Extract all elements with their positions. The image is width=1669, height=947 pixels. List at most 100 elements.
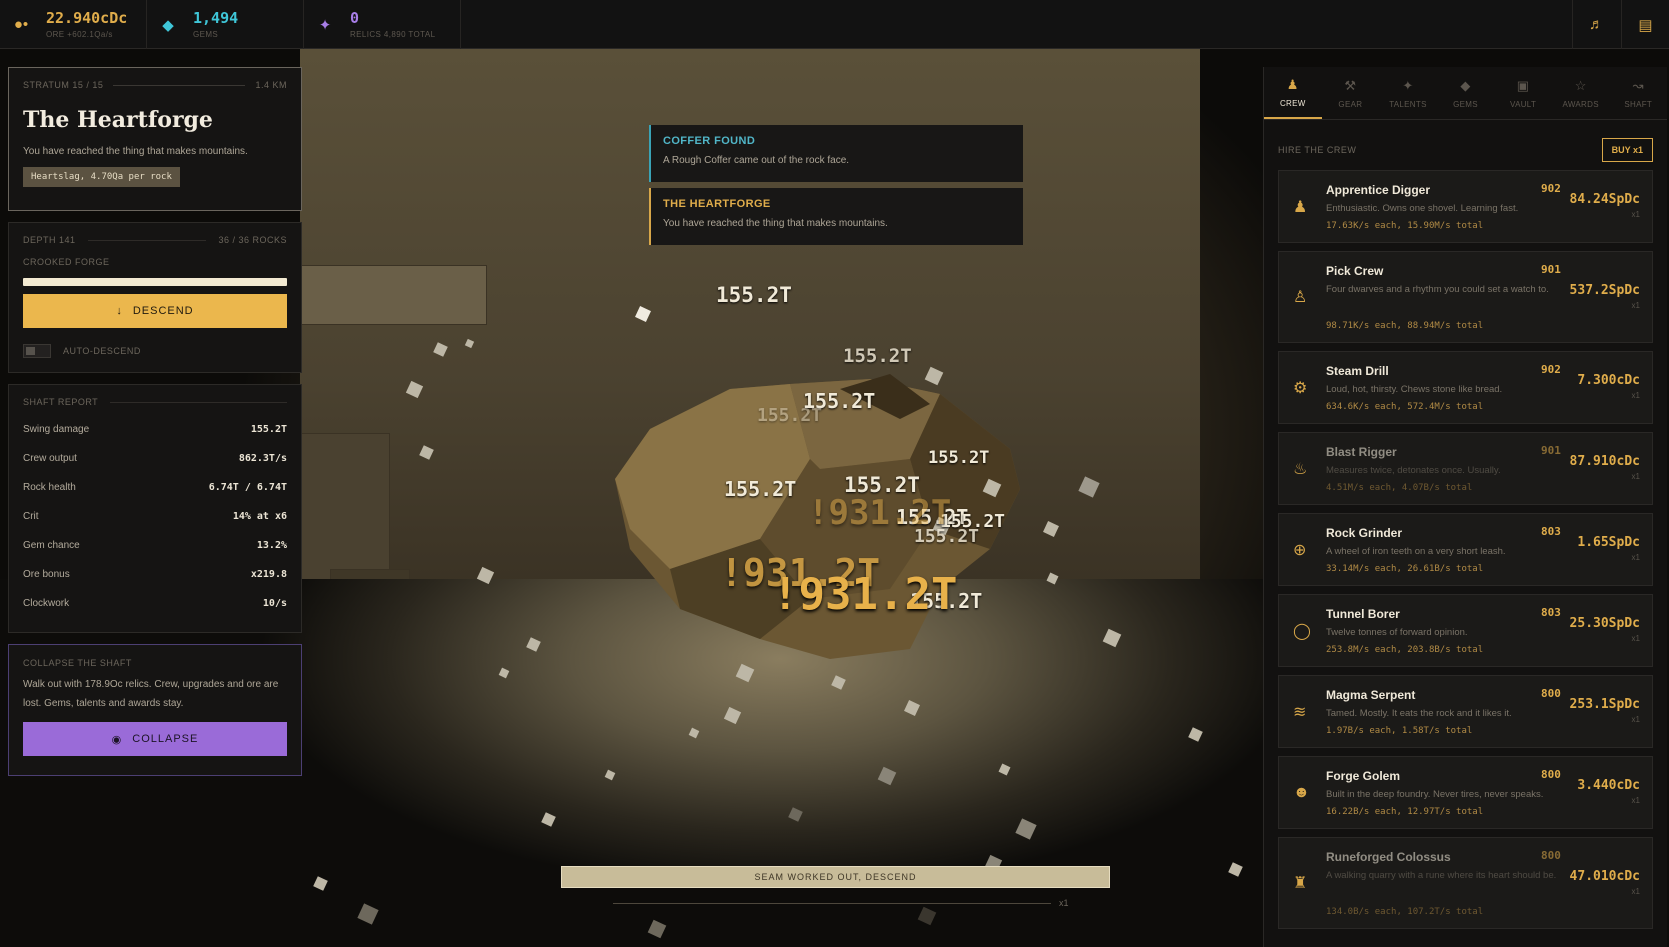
- collapse-button-label: COLLAPSE: [132, 733, 199, 745]
- ore-value: 22.940cDc: [46, 9, 128, 27]
- waves-icon: ≋: [1293, 703, 1307, 721]
- grinder-icon: ⊕: [1293, 541, 1307, 559]
- crew-level: 902: [1541, 182, 1561, 195]
- ore-icon: ●•: [13, 16, 29, 33]
- collapse-icon: ◉: [111, 733, 123, 746]
- stat-label: Clockwork: [23, 598, 70, 609]
- tab-label: GEMS: [1453, 99, 1478, 109]
- crew-qty: x1: [1631, 634, 1640, 643]
- crew-rate: 16.22B/s each, 12.97T/s total: [1326, 807, 1484, 817]
- hit-number: 155.2T: [928, 448, 990, 468]
- crew-icon: ♟: [1286, 76, 1299, 92]
- sound-button[interactable]: ♬: [1572, 0, 1620, 49]
- crew-level: 901: [1541, 263, 1561, 276]
- crew-item-magma-serpent[interactable]: ≋ Magma Serpent 800 Tamed. Mostly. It ea…: [1278, 675, 1653, 748]
- crew-name: Forge Golem: [1326, 769, 1401, 783]
- crew-price: 87.910cDc: [1569, 454, 1640, 469]
- crew-item-blast-rigger[interactable]: ♨ Blast Rigger 901 Measures twice, deton…: [1278, 432, 1653, 505]
- tab-label: TALENTS: [1389, 99, 1427, 109]
- crew-qty: x1: [1631, 301, 1640, 310]
- crew-name: Runeforged Colossus: [1326, 850, 1451, 864]
- save-button[interactable]: ▤: [1621, 0, 1669, 49]
- buy-quantity-button[interactable]: BUY x1: [1601, 138, 1653, 162]
- collapse-panel: COLLAPSE THE SHAFT Walk out with 178.9Oc…: [8, 644, 302, 776]
- award-icon: ☆: [1574, 77, 1587, 93]
- ore-rate: ORE +602.1Qa/s: [46, 30, 113, 39]
- stratum-distance: 1.4 km: [255, 80, 287, 90]
- hit-number: 155.2T: [843, 345, 912, 367]
- toast-title: THE HEARTFORGE: [663, 198, 771, 210]
- tab-gems[interactable]: ◆ GEMS: [1437, 67, 1495, 119]
- crew-price: 84.24SpDc: [1569, 192, 1640, 207]
- tab-awards[interactable]: ☆ AWARDS: [1552, 67, 1610, 119]
- hire-label: HIRE THE CREW: [1278, 145, 1357, 155]
- crew-qty: x1: [1631, 472, 1640, 481]
- gem-icon: ◆: [1460, 77, 1471, 93]
- descend-label: DESCEND: [132, 305, 194, 317]
- crew-item-forge-golem[interactable]: ☻ Forge Golem 800 Built in the deep foun…: [1278, 756, 1653, 829]
- tab-shaft[interactable]: ↝ SHAFT: [1609, 67, 1667, 119]
- tab-bar: ♟ CREW ⚒ GEAR ✦ TALENTS ◆ GEMS ▣ VAULT ☆ AWARD…: [1264, 67, 1667, 120]
- crew-qty: x1: [1631, 796, 1640, 805]
- crew-desc: A walking quarry with a rune where its h…: [1326, 870, 1557, 881]
- stat-value: x219.8: [250, 569, 287, 580]
- crew-price: 47.010cDc: [1569, 869, 1640, 884]
- gems-resource: ◆ 1,494 GEMS: [147, 0, 304, 49]
- crew-level: 800: [1541, 768, 1561, 781]
- crew-price: 537.2SpDc: [1569, 283, 1640, 298]
- sparkle-icon: ✦: [318, 16, 332, 34]
- crew-item-pick-crew[interactable]: ♙ Pick Crew 901 Four dwarves and a rhyth…: [1278, 251, 1653, 343]
- tab-gear[interactable]: ⚒ GEAR: [1322, 67, 1380, 119]
- golem-icon: ☻: [1293, 783, 1310, 801]
- descend-button[interactable]: ↓ DESCEND: [23, 294, 287, 328]
- tab-talents[interactable]: ✦ TALENTS: [1379, 67, 1437, 119]
- shaft-icon: ↝: [1632, 77, 1644, 93]
- crew-desc: Enthusiastic. Owns one shovel. Learning …: [1326, 203, 1519, 214]
- tab-vault[interactable]: ▣ VAULT: [1494, 67, 1552, 119]
- ring-icon: ◯: [1293, 622, 1311, 640]
- stat-label: Crew output: [23, 453, 77, 464]
- toast-desc: You have reached the thing that makes mo…: [663, 218, 888, 229]
- crew-qty: x1: [1631, 887, 1640, 896]
- crew-item-steam-drill[interactable]: ⚙ Steam Drill 902 Loud, hot, thirsty. Ch…: [1278, 351, 1653, 424]
- toast-title: COFFER FOUND: [663, 135, 756, 147]
- rocks-count: 36 / 36 ROCKS: [218, 235, 287, 245]
- crew-desc: Loud, hot, thirsty. Chews stone like bre…: [1326, 384, 1503, 395]
- seam-progress-line: [613, 903, 1051, 904]
- stratum-title: The Heartforge: [23, 107, 213, 133]
- depth-progress-bar: [23, 278, 287, 286]
- seam-banner[interactable]: SEAM WORKED OUT, DESCEND: [561, 866, 1110, 888]
- crew-level: 902: [1541, 363, 1561, 376]
- tab-crew[interactable]: ♟ CREW: [1264, 67, 1322, 119]
- top-bar: ●• 22.940cDc ORE +602.1Qa/s ◆ 1,494 GEMS…: [0, 0, 1669, 49]
- crit-number: !931.2T: [772, 569, 958, 620]
- crew-item-tunnel-borer[interactable]: ◯ Tunnel Borer 803 Twelve tonnes of forw…: [1278, 594, 1653, 667]
- hit-number: 155.2T: [716, 283, 792, 307]
- stratum-panel: STRATUM 15 / 15 1.4 km The Heartforge Yo…: [8, 67, 302, 211]
- crew-level: 800: [1541, 849, 1561, 862]
- relics-resource: ✦ 0 RELICS 4,890 TOTAL: [304, 0, 461, 49]
- crew-item-apprentice-digger[interactable]: ♟ Apprentice Digger 902 Enthusiastic. Ow…: [1278, 170, 1653, 243]
- tab-label: SHAFT: [1624, 99, 1653, 109]
- gem-icon: ◆: [162, 16, 174, 34]
- tab-label: AWARDS: [1562, 99, 1599, 109]
- auto-descend-toggle[interactable]: [23, 344, 51, 358]
- crew-qty: x1: [1631, 391, 1640, 400]
- crew-item-runeforged-colossus[interactable]: ♜ Runeforged Colossus 800 A walking quar…: [1278, 837, 1653, 929]
- vault-icon: ▣: [1516, 77, 1530, 93]
- crew-item-rock-grinder[interactable]: ⊕ Rock Grinder 803 A wheel of iron teeth…: [1278, 513, 1653, 586]
- collapse-button[interactable]: ◉ COLLAPSE: [23, 722, 287, 756]
- toast-desc: A Rough Coffer came out of the rock face…: [663, 155, 850, 166]
- gear-icon: ⚒: [1344, 77, 1357, 93]
- crew-name: Steam Drill: [1326, 364, 1389, 378]
- stat-row: Clockwork 10/s: [23, 589, 287, 618]
- tab-label: VAULT: [1510, 99, 1537, 109]
- crew-list: ♟ Apprentice Digger 902 Enthusiastic. Ow…: [1264, 170, 1667, 929]
- ledge: [301, 265, 487, 325]
- collapse-label: COLLAPSE THE SHAFT: [23, 658, 132, 668]
- coffer-toast: COFFER FOUND A Rough Coffer came out of …: [649, 125, 1023, 182]
- crew-rate: 253.8M/s each, 203.8B/s total: [1326, 645, 1484, 655]
- depth-label: DEPTH 141: [23, 235, 76, 245]
- crew-level: 901: [1541, 444, 1561, 457]
- stat-label: Ore bonus: [23, 569, 70, 580]
